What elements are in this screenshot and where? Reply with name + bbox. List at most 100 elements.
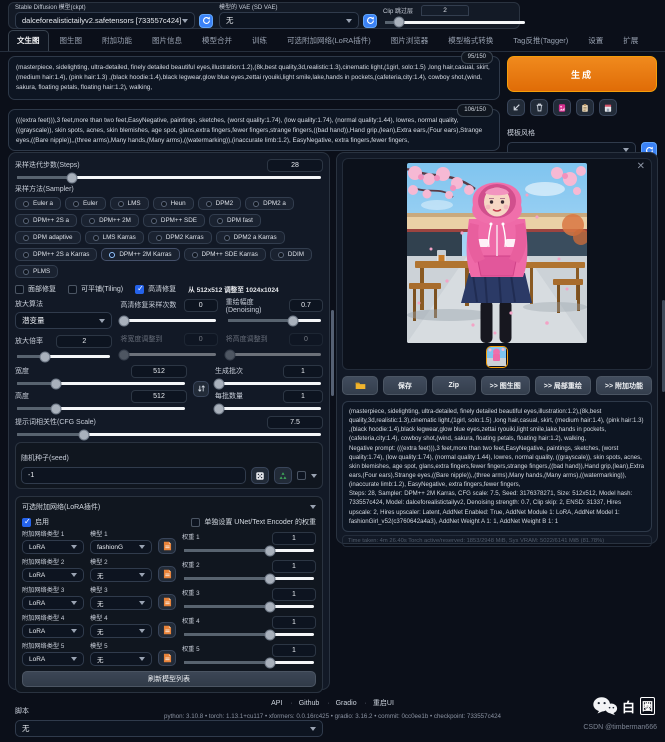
sampler-lms[interactable]: LMS <box>110 197 149 210</box>
tab-train[interactable]: 训练 <box>243 30 276 51</box>
sampler-dpmpp-2m-karras[interactable]: DPM++ 2M Karras <box>101 248 179 261</box>
lora-weight-value-3[interactable]: 1 <box>272 588 316 601</box>
zip-button[interactable]: Zip <box>432 376 476 395</box>
prompt-input[interactable]: 95/150 (masterpiece, sidelighting, ultra… <box>8 56 500 100</box>
height-value[interactable]: 512 <box>131 390 187 403</box>
upscale-by-slider[interactable] <box>17 355 110 358</box>
tab-model-converter[interactable]: 模型格式转换 <box>439 30 502 51</box>
cfg-scale-slider[interactable] <box>17 433 321 436</box>
reuse-seed-button[interactable] <box>274 467 292 484</box>
generate-button[interactable]: 生成 <box>507 56 657 92</box>
sampler-dpm2-a-karras[interactable]: DPM2 a Karras <box>216 231 285 244</box>
lora-info-button-5[interactable] <box>158 650 176 666</box>
lora-info-button-3[interactable] <box>158 594 176 610</box>
lora-model-dropdown-2[interactable]: 无 <box>90 568 152 582</box>
lora-weight-slider-2[interactable] <box>184 577 314 580</box>
vae-refresh-button[interactable] <box>363 14 377 28</box>
sampler-dpmpp-2m[interactable]: DPM++ 2M <box>81 214 139 227</box>
batch-size-slider[interactable] <box>217 407 321 410</box>
lora-weight-value-2[interactable]: 1 <box>272 560 316 573</box>
sampler-plms[interactable]: PLMS <box>15 265 58 278</box>
batch-size-value[interactable]: 1 <box>283 390 323 403</box>
vae-select[interactable]: 无 <box>219 12 359 29</box>
lora-type-dropdown-1[interactable]: LoRA <box>22 540 84 554</box>
lora-info-button-1[interactable] <box>158 538 176 554</box>
apply-style-button[interactable] <box>576 99 594 116</box>
lora-type-dropdown-3[interactable]: LoRA <box>22 596 84 610</box>
batch-count-value[interactable]: 1 <box>283 365 323 378</box>
resize-height-slider[interactable] <box>228 353 321 356</box>
tab-extensions[interactable]: 扩展 <box>614 30 647 51</box>
sampler-euler[interactable]: Euler <box>65 197 106 210</box>
model-select[interactable]: dalceforealistictailyv2.safetensors [733… <box>15 12 195 29</box>
resize-height-value[interactable]: 0 <box>289 333 323 346</box>
tab-checkpoint-merger[interactable]: 模型合并 <box>193 30 241 51</box>
restore-faces-checkbox[interactable]: 面部修复 <box>15 284 56 294</box>
hires-steps-slider[interactable] <box>122 319 215 322</box>
sampler-euler-a[interactable]: Euler a <box>15 197 61 210</box>
height-slider[interactable] <box>17 407 185 410</box>
lora-info-button-2[interactable] <box>158 566 176 582</box>
send-to-inpaint-button[interactable]: >> 局部重绘 <box>535 376 591 395</box>
lora-type-dropdown-4[interactable]: LoRA <box>22 624 84 638</box>
lora-weight-value-5[interactable]: 1 <box>272 644 316 657</box>
refresh-models-button[interactable]: 刷新模型列表 <box>22 671 316 687</box>
random-seed-button[interactable] <box>251 467 269 484</box>
sampler-dpmpp-2s-a-karras[interactable]: DPM++ 2S a Karras <box>15 248 97 261</box>
sampler-dpm-fast[interactable]: DPM fast <box>209 214 261 227</box>
negative-prompt-input[interactable]: 106/150 (((extra feet))),3 feet,more tha… <box>8 109 500 151</box>
github-link[interactable]: Github <box>299 700 330 707</box>
send-to-img2img-button[interactable]: >> 图生图 <box>481 376 530 395</box>
lora-weight-value-1[interactable]: 1 <box>272 532 316 545</box>
sampler-dpm2-karras[interactable]: DPM2 Karras <box>148 231 212 244</box>
gallery-thumbnail[interactable] <box>486 346 508 368</box>
sampler-dpmpp-sde[interactable]: DPM++ SDE <box>143 214 205 227</box>
tab-txt2img[interactable]: 文生图 <box>8 30 49 51</box>
extra-networks-button[interactable] <box>553 99 571 116</box>
lora-info-button-4[interactable] <box>158 622 176 638</box>
reload-ui-link[interactable]: 重启UI <box>373 700 394 707</box>
sampler-ddim[interactable]: DDIM <box>270 248 312 261</box>
lora-separate-weights-checkbox[interactable]: 单独设置 UNet/Text Encoder 的权重 <box>191 517 316 527</box>
lora-weight-value-4[interactable]: 1 <box>272 616 316 629</box>
lora-enable-checkbox[interactable]: 启用 <box>22 517 49 527</box>
hires-fix-checkbox[interactable]: 高清修复 <box>135 284 176 294</box>
width-value[interactable]: 512 <box>131 365 187 378</box>
resize-width-value[interactable]: 0 <box>184 333 218 346</box>
script-dropdown[interactable]: 无 <box>15 720 323 737</box>
lora-model-dropdown-5[interactable]: 无 <box>90 652 152 666</box>
column-scrollbar[interactable] <box>331 310 334 396</box>
tiling-checkbox[interactable]: 可平铺(Tiling) <box>68 284 123 294</box>
tab-img2img[interactable]: 图生图 <box>51 30 92 51</box>
steps-slider[interactable] <box>17 176 321 179</box>
denoising-slider[interactable] <box>228 319 321 322</box>
steps-value[interactable]: 28 <box>267 159 323 172</box>
extra-seed-checkbox[interactable] <box>297 471 306 480</box>
gradio-link[interactable]: Gradio <box>336 700 367 707</box>
lora-model-dropdown-3[interactable]: 无 <box>90 596 152 610</box>
sampler-dpm2-a[interactable]: DPM2 a <box>245 197 294 210</box>
clip-skip-value[interactable]: 2 <box>421 5 469 16</box>
send-to-extras-button[interactable]: >> 附加功能 <box>596 376 652 395</box>
read-params-button[interactable] <box>507 99 525 116</box>
api-link[interactable]: API <box>271 700 293 707</box>
hires-steps-value[interactable]: 0 <box>184 299 218 312</box>
lora-model-dropdown-1[interactable]: fashionG <box>90 540 152 554</box>
lora-type-dropdown-2[interactable]: LoRA <box>22 568 84 582</box>
width-slider[interactable] <box>17 382 185 385</box>
sampler-lms-karras[interactable]: LMS Karras <box>85 231 144 244</box>
save-button[interactable]: 保存 <box>383 376 427 395</box>
upscale-by-value[interactable]: 2 <box>56 335 112 348</box>
model-refresh-button[interactable] <box>199 14 213 28</box>
close-icon[interactable]: ✕ <box>637 161 645 172</box>
lora-weight-slider-1[interactable] <box>184 549 314 552</box>
clip-skip-slider[interactable] <box>385 21 525 24</box>
seed-input[interactable]: -1 <box>21 467 246 484</box>
tab-png-info[interactable]: 图片信息 <box>143 30 191 51</box>
tab-tagger[interactable]: Tag反推(Tagger) <box>504 30 577 51</box>
lora-weight-slider-3[interactable] <box>184 605 314 608</box>
sampler-dpm2[interactable]: DPM2 <box>198 197 242 210</box>
generated-image[interactable] <box>407 163 587 343</box>
lora-weight-slider-5[interactable] <box>184 661 314 664</box>
cfg-scale-value[interactable]: 7.5 <box>267 416 323 429</box>
